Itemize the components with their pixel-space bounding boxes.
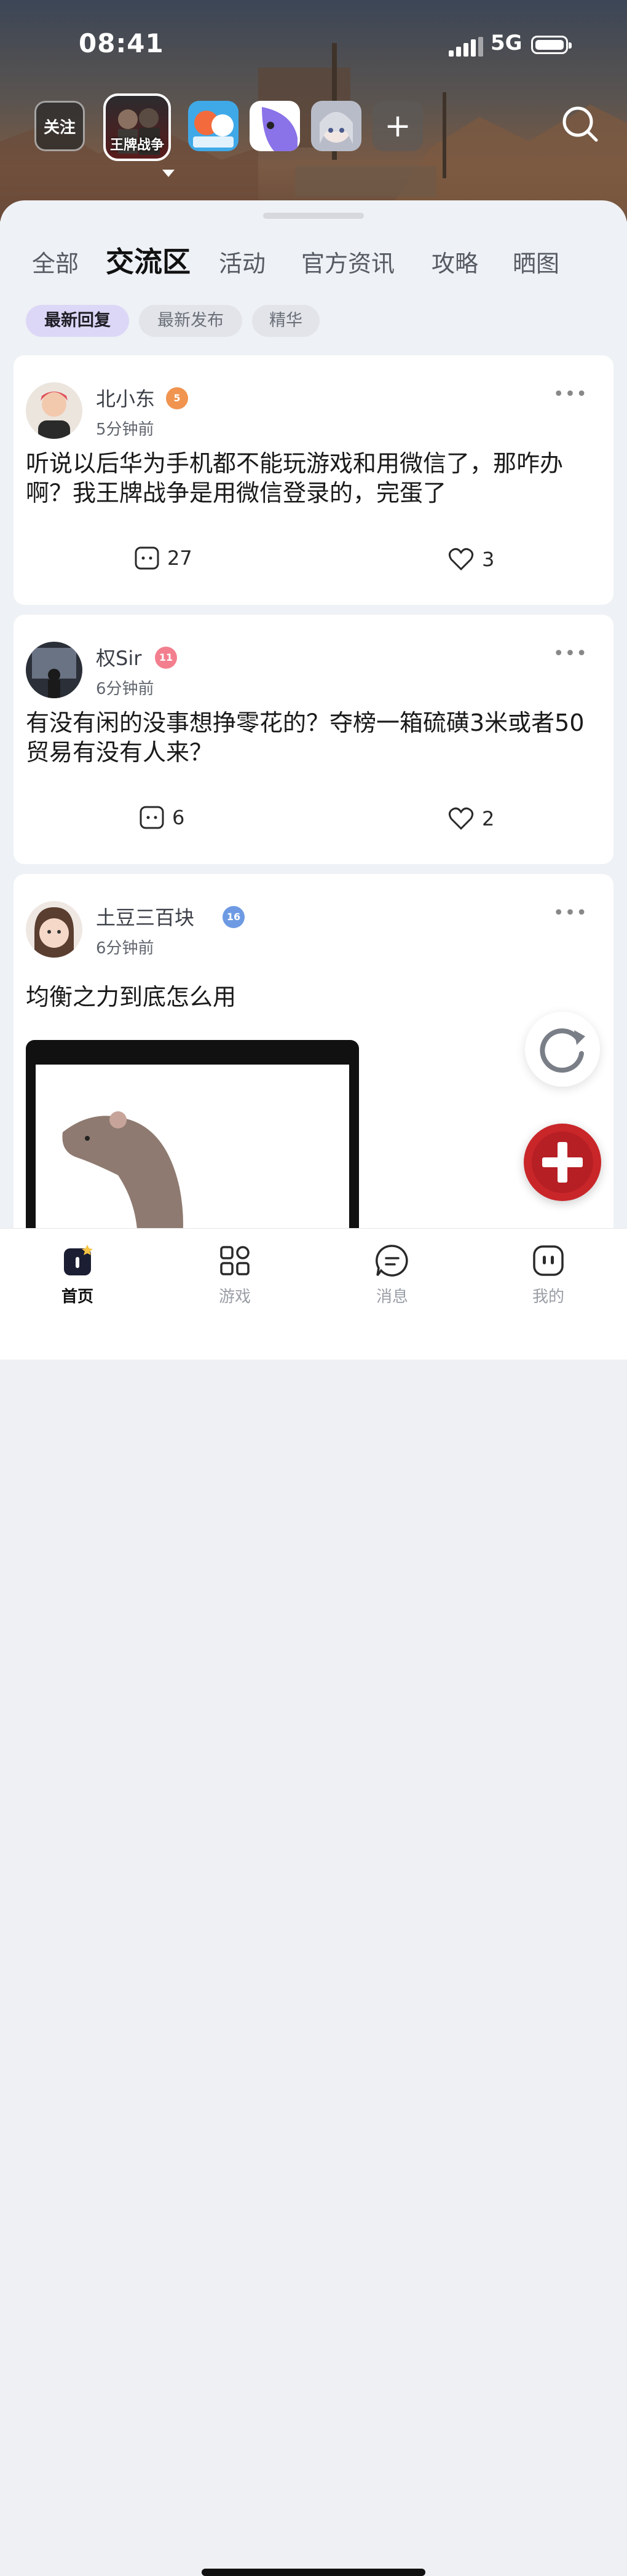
post-text: 听说以后华为手机都不能玩游戏和用微信了，那咋办啊？我王牌战争是用微信登录的，完蛋…	[26, 450, 564, 506]
anime-girl-icon	[320, 112, 353, 144]
rat-meme-image	[36, 1065, 349, 1243]
home-indicator[interactable]	[202, 2569, 425, 2576]
fish-art-icon	[262, 107, 298, 151]
header-banner: 08:41 5G 关注 王牌战争 +	[0, 0, 627, 221]
refresh-button[interactable]	[525, 1012, 600, 1087]
plus-icon: +	[384, 108, 411, 144]
avatar[interactable]	[26, 382, 82, 439]
heart-icon	[448, 807, 474, 830]
tab-community[interactable]: 交流区	[102, 240, 194, 282]
post-text: 有没有闲的没事想挣零花的？夺榜一箱硫磺3米或者50贸易有没有人来？	[26, 709, 585, 766]
post-text: 均衡之力到底怎么用	[26, 983, 237, 1010]
avatar-image	[26, 901, 82, 958]
search-icon[interactable]	[561, 104, 600, 144]
nav-home[interactable]: 首页	[41, 1242, 114, 1307]
home-icon	[64, 1245, 93, 1275]
nav-profile[interactable]: 我的	[511, 1242, 585, 1307]
level-badge: 5	[166, 387, 188, 409]
tab-community-label: 交流区	[106, 245, 191, 278]
tab-all[interactable]: 全部	[32, 245, 79, 278]
comment-count-value: 27	[167, 546, 192, 570]
nav-label: 我的	[532, 1288, 564, 1306]
status-bar: 08:41 5G	[0, 28, 627, 65]
follow-button[interactable]: 关注	[34, 101, 85, 151]
network-label: 5G	[491, 31, 522, 55]
post-time: 6分钟前	[96, 939, 154, 958]
username[interactable]: 权Sir	[96, 643, 141, 671]
nav-label: 首页	[61, 1288, 93, 1306]
like-count-value: 2	[482, 807, 495, 830]
status-time: 08:41	[79, 28, 164, 58]
message-icon	[376, 1245, 408, 1277]
level-badge: 16	[223, 906, 245, 928]
profile-icon	[533, 1245, 564, 1276]
tab-screenshots[interactable]: 晒图	[513, 245, 559, 278]
avatar[interactable]	[26, 642, 82, 698]
like-count[interactable]: 3	[448, 547, 494, 572]
username[interactable]: 北小东	[96, 384, 155, 412]
avatar-image	[26, 642, 82, 698]
game-icon-wangpaizhanzheng[interactable]: 王牌战争	[103, 93, 171, 161]
comment-icon	[135, 546, 159, 570]
nav-label: 游戏	[218, 1288, 251, 1306]
post-card[interactable]: 权Sir 11 6分钟前 ••• 有没有闲的没事想挣零花的？夺榜一箱硫磺3米或者…	[14, 615, 613, 864]
avatar[interactable]	[26, 901, 82, 958]
comment-count[interactable]: 6	[139, 805, 184, 830]
create-post-button[interactable]	[524, 1124, 601, 1201]
more-options-icon[interactable]: •••	[553, 902, 588, 924]
nav-games[interactable]: 游戏	[198, 1242, 272, 1307]
like-count-value: 3	[482, 548, 495, 571]
fox-art-icon	[193, 111, 234, 148]
tab-official-news[interactable]: 官方资讯	[301, 245, 395, 278]
selected-indicator	[162, 170, 175, 177]
game-name: 王牌战争	[109, 138, 164, 153]
game-icon-chuangmo[interactable]	[188, 101, 239, 151]
more-options-icon[interactable]: •••	[553, 384, 588, 405]
nav-label: 消息	[376, 1288, 408, 1306]
avatar-image	[26, 382, 82, 439]
tab-events[interactable]: 活动	[219, 245, 266, 278]
game-icon-3[interactable]	[250, 101, 300, 151]
filter-latest-reply[interactable]: 最新回复	[26, 305, 129, 337]
drag-handle[interactable]	[263, 213, 364, 219]
level-badge: 11	[155, 647, 177, 669]
comment-count-value: 6	[172, 806, 185, 829]
comment-icon	[140, 806, 164, 829]
battery-icon	[531, 36, 572, 54]
nav-messages[interactable]: 消息	[355, 1242, 429, 1307]
tab-guides[interactable]: 攻略	[432, 245, 478, 278]
like-count[interactable]: 2	[448, 806, 494, 831]
post-card[interactable]: 北小东 5 5分钟前 ••• 听说以后华为手机都不能玩游戏和用微信了，那咋办啊？…	[14, 355, 613, 605]
game-icon-4[interactable]	[311, 101, 361, 151]
comment-count[interactable]: 27	[134, 546, 192, 570]
filter-featured[interactable]: 精华	[252, 305, 320, 337]
more-options-icon[interactable]: •••	[553, 643, 588, 664]
signal-icon	[449, 37, 483, 57]
plus-icon	[532, 1132, 593, 1193]
grid-icon	[220, 1246, 250, 1275]
post-image[interactable]	[26, 1040, 359, 1243]
bottom-nav: 首页 游戏 消息 我的	[0, 1228, 627, 2576]
refresh-icon	[540, 1028, 585, 1073]
post-time: 6分钟前	[96, 680, 154, 698]
username[interactable]: 土豆三百块	[96, 902, 194, 931]
filter-latest-post[interactable]: 最新发布	[139, 305, 242, 337]
post-time: 5分钟前	[96, 420, 154, 439]
heart-icon	[448, 548, 474, 571]
add-game-button[interactable]: +	[373, 101, 423, 151]
